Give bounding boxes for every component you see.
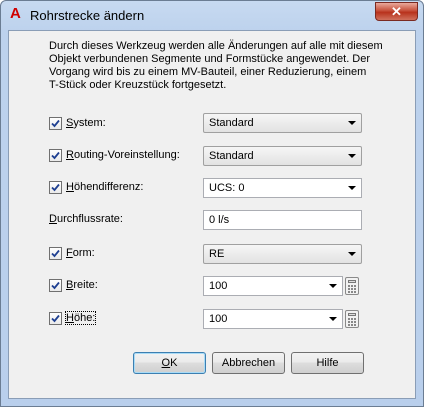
breite-checkbox[interactable] [49,279,62,292]
checkmark-icon [51,151,60,160]
system-label: System: [66,117,106,129]
description-line: T-Stück oder Kreuzstück fortgesetzt. [49,79,227,91]
calculator-icon [348,313,356,316]
routing-label: Routing-Voreinstellung: [66,149,180,161]
checkmark-icon [51,314,60,323]
form-checkbox[interactable] [49,247,62,260]
dialog-body: Durch dieses Werkzeug werden alle Änderu… [8,30,416,399]
description-line: Durch dieses Werkzeug werden alle Änderu… [49,40,383,52]
hoehe-checkbox[interactable] [49,312,62,325]
checkmark-icon [51,281,60,290]
ok-button[interactable]: OK [133,352,206,374]
chevron-down-icon [348,252,356,256]
help-button[interactable]: Hilfe [291,352,364,374]
chevron-down-icon [348,154,356,158]
checkmark-icon [51,119,60,128]
hoehendifferenz-value: UCS: 0 [209,182,245,194]
form-value: RE [209,248,225,260]
autocad-a-icon: A [10,5,21,22]
hoehe-value: 100 [209,313,228,325]
routing-value: Standard [209,150,254,162]
durchflussrate-label: Durchflussrate: [49,213,123,225]
chevron-down-icon [329,317,337,321]
chevron-down-icon [348,186,356,190]
dialog-window: A Rohrstrecke ändern ✕ Durch dieses Werk… [0,0,424,407]
breite-value: 100 [209,280,228,292]
system-checkbox[interactable] [49,117,62,130]
window-title: Rohrstrecke ändern [30,8,145,23]
breite-label: Breite: [66,279,98,291]
hoehe-calculator-button[interactable] [345,310,359,328]
system-value: Standard [209,117,254,129]
breite-combobox[interactable]: 100 [203,276,343,296]
close-button[interactable]: ✕ [375,2,418,21]
hoehe-combobox[interactable]: 100 [203,309,343,329]
routing-checkbox[interactable] [49,149,62,162]
hoehendifferenz-checkbox[interactable] [49,181,62,194]
hoehendifferenz-combobox[interactable]: UCS: 0 [203,178,362,198]
chevron-down-icon [348,121,356,125]
description-line: Objekt verbundenen Segmente und Formstüc… [49,53,371,65]
form-dropdown[interactable]: RE [203,244,362,264]
checkmark-icon [51,183,60,192]
routing-dropdown[interactable]: Standard [203,146,362,166]
calculator-icon [348,280,356,283]
cancel-button[interactable]: Abbrechen [212,352,285,374]
description-text: Durch dieses Werkzeug werden alle Änderu… [49,40,409,92]
breite-calculator-button[interactable] [345,277,359,295]
description-line: Vorgang wird bis zu einem MV-Bauteil, ei… [49,66,367,78]
chevron-down-icon [329,284,337,288]
hoehe-label: Höhe: [64,311,97,325]
title-bar[interactable]: A Rohrstrecke ändern ✕ [1,1,423,29]
checkmark-icon [51,249,60,258]
form-label: Form: [66,247,95,259]
system-dropdown[interactable]: Standard [203,113,362,133]
hoehendifferenz-label: Höhendifferenz: [66,181,144,193]
durchflussrate-input[interactable]: 0 l/s [203,210,362,230]
